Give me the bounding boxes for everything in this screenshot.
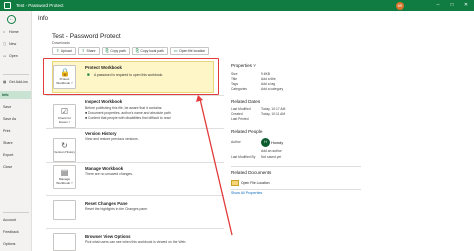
manage-workbook-button[interactable]: ▤ Manage Workbook ˅: [53, 165, 76, 189]
version-history-button[interactable]: ↻ Version History: [53, 138, 76, 162]
nav-print[interactable]: Print: [3, 127, 31, 135]
share-icon: ⇪: [81, 48, 85, 53]
user-avatar[interactable]: BR: [396, 1, 404, 10]
add-author-link[interactable]: Add an author: [261, 149, 282, 153]
browser-view-options-button[interactable]: [53, 233, 76, 251]
nav-save-as[interactable]: Save As: [3, 115, 31, 123]
author-name: Howdy: [271, 140, 284, 145]
section-title: Reset Changes Pane: [85, 201, 128, 206]
version-history-section: ↻ Version History Version History View a…: [46, 129, 223, 162]
section-title: Manage Workbook: [85, 166, 124, 171]
folder-icon: ▭: [3, 54, 7, 58]
section-title: Inspect Workbook: [85, 99, 123, 104]
back-arrow-icon[interactable]: ←: [7, 15, 16, 24]
copy-local-path-button[interactable]: ⎘ Copy local path: [131, 47, 168, 55]
nav-divider: [3, 212, 29, 213]
browser-view-section: Browser View Options Pick what users can…: [46, 229, 223, 251]
history-icon: ↻: [61, 141, 68, 150]
inspect-icon: ☑: [60, 107, 69, 116]
property-row[interactable]: Categories Add a category: [231, 87, 361, 92]
nav-options[interactable]: Options: [3, 240, 31, 248]
nav-feedback[interactable]: Feedback: [3, 228, 31, 236]
copy-icon: ⎘: [105, 48, 109, 53]
section-title: Browser View Options: [85, 234, 131, 239]
nav-open[interactable]: ▭ Open: [3, 52, 31, 60]
nav-account[interactable]: Account: [3, 216, 31, 224]
close-window-button[interactable]: ✕: [462, 2, 470, 9]
upload-button[interactable]: ⇧ Upload: [52, 47, 76, 55]
annotation-highlight-box: [43, 58, 219, 95]
check-for-issues-button[interactable]: ☑ Check for Issues ˅: [53, 104, 76, 128]
store-icon: ▦: [3, 80, 7, 84]
excel-app-icon: [4, 2, 11, 9]
nav-new[interactable]: ▢ New: [3, 40, 31, 48]
maximize-button[interactable]: □: [448, 2, 456, 9]
nav-divider: [3, 74, 29, 75]
copy-icon: ⎘: [135, 48, 139, 53]
section-title: Version History: [85, 131, 117, 136]
document-title: Test - Password Protect: [52, 33, 121, 40]
add-author-row[interactable]: Add an author: [231, 149, 361, 154]
new-file-icon: ▢: [3, 42, 7, 46]
nav-get-add-ins[interactable]: ▦ Get Add-ins: [3, 78, 31, 86]
panel-divider: [231, 189, 361, 190]
document-location: Downloads: [52, 41, 70, 45]
nav-home[interactable]: ⌂ Home: [3, 28, 31, 36]
reset-changes-section: Reset Changes Pane Reset the highlights …: [46, 196, 223, 224]
copy-path-button[interactable]: ⎘ Copy path: [101, 47, 130, 55]
last-modified-by-row: Last Modified By Not saved yet: [231, 155, 282, 159]
author-avatar: H: [261, 138, 270, 147]
properties-header[interactable]: Properties ˅: [231, 63, 256, 68]
nav-close[interactable]: Close: [3, 163, 31, 171]
author-chip[interactable]: H Howdy: [261, 138, 287, 147]
related-documents-header: Related Documents: [231, 170, 272, 175]
related-people-header: Related People: [231, 129, 263, 134]
nav-export[interactable]: Export: [3, 151, 31, 159]
related-dates-header: Related Dates: [231, 99, 261, 104]
open-file-location-button[interactable]: ▭ Open file location: [169, 47, 210, 55]
title-bar: Test - Password Protect BR – □ ✕: [0, 0, 474, 11]
reset-changes-button[interactable]: [53, 200, 76, 220]
minimize-button[interactable]: –: [434, 2, 442, 9]
nav-save[interactable]: Save: [3, 103, 31, 111]
inspect-workbook-section: ☑ Check for Issues ˅ Inspect Workbook Be…: [46, 96, 223, 132]
author-row: Author: [231, 140, 241, 144]
nav-info[interactable]: Info: [0, 91, 31, 99]
upload-icon: ⇧: [56, 48, 60, 53]
nav-share[interactable]: Share: [3, 139, 31, 147]
date-row: Last Printed: [231, 117, 249, 121]
open-file-location-link[interactable]: Open File Location: [231, 180, 271, 187]
page-title: Info: [38, 16, 49, 22]
file-actions-toolbar: ⇧ Upload ⇪ Share ⎘ Copy path ⎘ Copy local pa…: [52, 47, 210, 55]
show-all-properties-link[interactable]: Show All Properties: [231, 191, 262, 195]
folder-icon: ▭: [173, 48, 178, 53]
manage-workbook-icon: ▤: [60, 168, 69, 177]
folder-icon: [231, 180, 239, 186]
manage-workbook-section: ▤ Manage Workbook ˅ Manage Workbook Ther…: [46, 163, 223, 193]
share-button[interactable]: ⇪ Share: [77, 47, 100, 55]
window-title: Test - Password Protect: [16, 3, 64, 8]
home-icon: ⌂: [3, 30, 6, 34]
panel-divider: [231, 166, 361, 167]
